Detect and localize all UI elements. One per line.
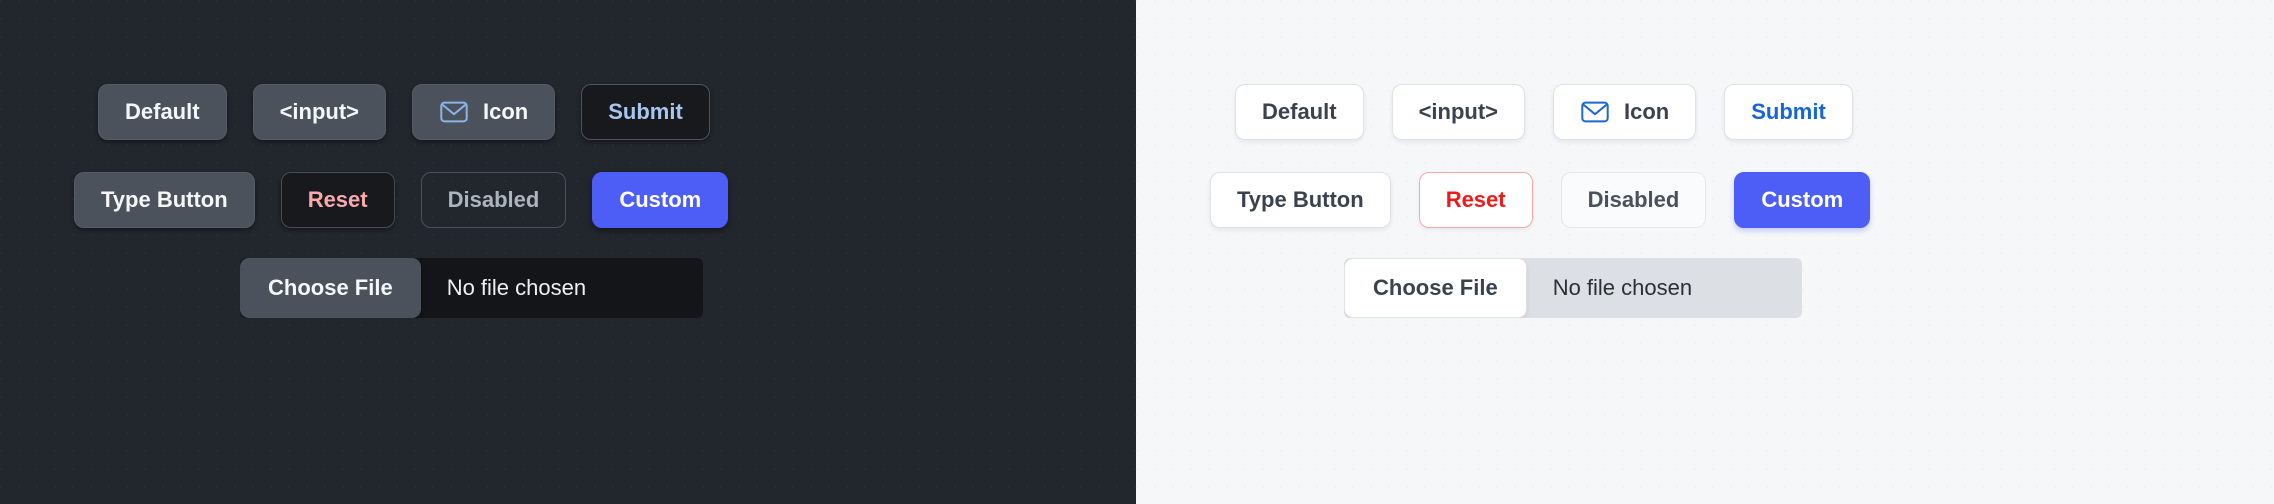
type-button-label: Type Button (101, 187, 228, 212)
reset-button-label: Reset (307, 187, 368, 212)
file-status-label: No file chosen (446, 275, 587, 300)
envelope-icon (439, 97, 469, 127)
file-input[interactable]: Choose File No file chosen (240, 258, 703, 318)
icon-button-label: Icon (483, 99, 529, 124)
custom-button[interactable]: Custom (1734, 172, 1871, 228)
type-button[interactable]: Type Button (74, 172, 255, 228)
custom-button-label: Custom (1761, 187, 1844, 212)
icon-button[interactable]: Icon (412, 84, 556, 140)
dark-row-primary-buttons: Default <input> Icon Submit (0, 68, 1136, 156)
dark-row-file-input: Choose File No file chosen (0, 244, 1136, 332)
submit-button[interactable]: Submit (581, 84, 710, 140)
choose-file-button-label: Choose File (1373, 275, 1498, 300)
input-button[interactable]: <input> (252, 84, 387, 140)
default-button[interactable]: Default (98, 84, 227, 140)
reset-button[interactable]: Reset (1418, 172, 1533, 228)
submit-button[interactable]: Submit (1724, 84, 1853, 140)
reset-button[interactable]: Reset (280, 172, 395, 228)
disabled-button: Disabled (1560, 172, 1707, 228)
disabled-button-label: Disabled (1587, 187, 1680, 212)
submit-button-label: Submit (1751, 99, 1826, 124)
button-showcase-stage: Default <input> Icon Submit Type Button … (0, 0, 2274, 504)
input-button-label: <input> (279, 99, 360, 124)
file-status-label: No file chosen (1552, 275, 1693, 300)
light-row-secondary-buttons: Type Button Reset Disabled Custom (1136, 156, 2274, 244)
envelope-icon (1580, 97, 1610, 127)
default-button-label: Default (1262, 99, 1337, 124)
light-theme-panel: Default <input> Icon Submit Type Button … (1136, 0, 2274, 504)
choose-file-button-label: Choose File (268, 275, 393, 300)
dark-panel-content: Default <input> Icon Submit Type Button … (0, 0, 1136, 504)
dark-row-secondary-buttons: Type Button Reset Disabled Custom (0, 156, 1136, 244)
icon-button[interactable]: Icon (1553, 84, 1697, 140)
submit-button-label: Submit (608, 99, 683, 124)
light-panel-content: Default <input> Icon Submit Type Button … (1136, 0, 2274, 504)
choose-file-button[interactable]: Choose File (240, 258, 421, 318)
dark-theme-panel: Default <input> Icon Submit Type Button … (0, 0, 1136, 504)
input-button[interactable]: <input> (1391, 84, 1526, 140)
input-button-label: <input> (1418, 99, 1499, 124)
choose-file-button[interactable]: Choose File (1344, 258, 1527, 318)
custom-button-label: Custom (619, 187, 702, 212)
icon-button-label: Icon (1624, 99, 1670, 124)
type-button[interactable]: Type Button (1210, 172, 1391, 228)
light-row-primary-buttons: Default <input> Icon Submit (1136, 68, 2274, 156)
light-row-file-input: Choose File No file chosen (1136, 244, 2274, 332)
default-button-label: Default (125, 99, 200, 124)
file-input[interactable]: Choose File No file chosen (1344, 258, 1802, 318)
disabled-button: Disabled (420, 172, 567, 228)
disabled-button-label: Disabled (447, 187, 540, 212)
type-button-label: Type Button (1237, 187, 1364, 212)
custom-button[interactable]: Custom (592, 172, 729, 228)
reset-button-label: Reset (1445, 187, 1506, 212)
default-button[interactable]: Default (1235, 84, 1364, 140)
